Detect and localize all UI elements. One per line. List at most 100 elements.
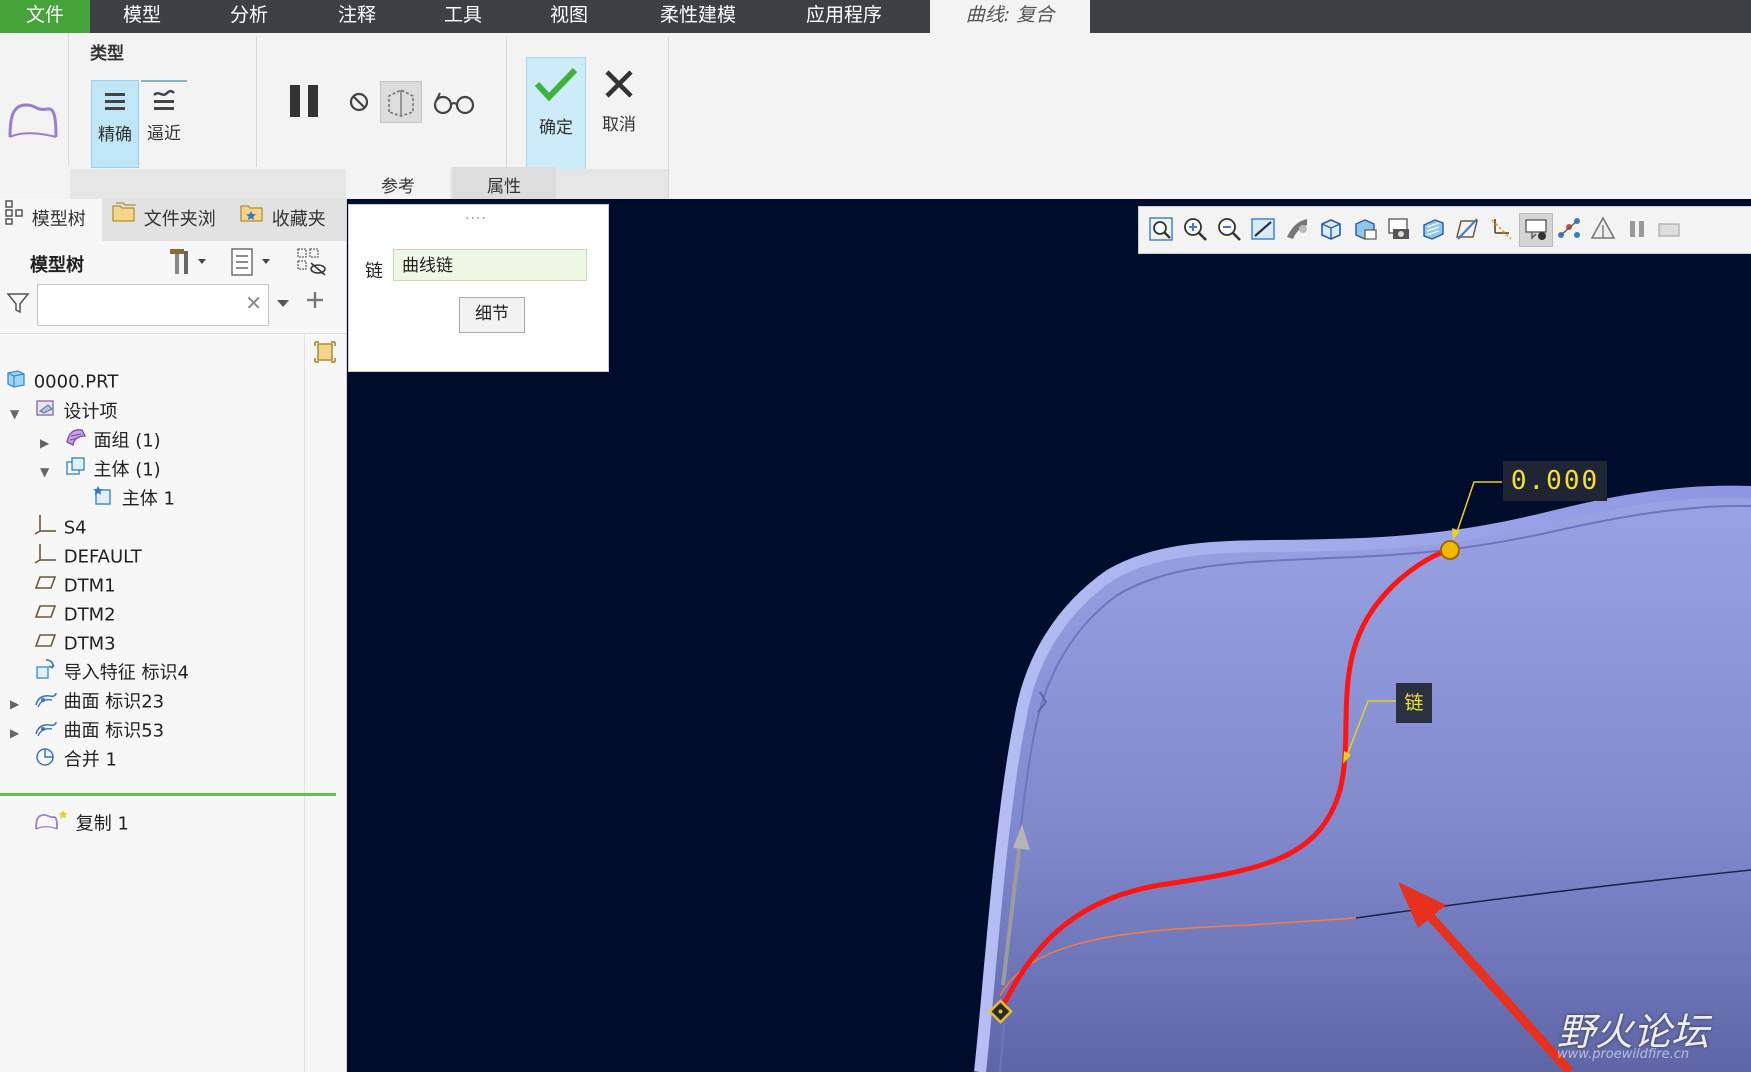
menu-model[interactable]: 模型 [100,0,184,33]
dimension-value[interactable]: 0.000 [1503,461,1607,501]
saved-orientations-button[interactable] [1317,215,1345,243]
search-box: ✕ [37,284,269,326]
exact-button[interactable]: 精确 [91,80,139,168]
zoom-out-icon [1218,218,1241,241]
expand-all-button[interactable] [310,337,340,367]
pause-button[interactable] [286,81,326,121]
add-filter-button[interactable] [304,289,326,316]
panel-grip-icon[interactable]: .... [465,207,487,223]
menu-file[interactable]: 文件 [0,0,90,33]
menu-applications[interactable]: 应用程序 [786,0,902,33]
tree-item-quilts[interactable]: ▶ 面组 (1) [40,426,161,454]
tree-item-dtm3[interactable]: DTM3 [34,629,116,657]
tree-item-copy-1[interactable]: 复制 1 [34,809,129,837]
repaint-button[interactable] [1249,215,1277,243]
collapse-arrow-icon[interactable]: ▼ [40,458,58,486]
refit-button[interactable] [1147,215,1175,243]
tree-item-body-1[interactable]: 主体 1 [92,484,175,512]
start-point-dot [998,1009,1003,1014]
tree-item-surface-53[interactable]: ▶ 曲面 标识53 [10,716,164,744]
tab-references[interactable]: 参考 [346,167,450,199]
tree-item-import-feature[interactable]: 导入特征 标识4 [34,658,189,686]
ok-button[interactable]: 确定 [526,57,586,177]
menu-analysis[interactable]: 分析 [202,0,296,33]
menu-flexible-modeling[interactable]: 柔性建模 [642,0,754,33]
details-button[interactable]: 细节 [459,297,525,333]
tab-properties[interactable]: 属性 [452,167,556,199]
csys-icon [34,513,58,544]
tab-favorites[interactable]: 收藏夹 [238,199,346,241]
expand-arrow-icon[interactable]: ▶ [10,690,28,718]
cancel-button[interactable]: 取消 [590,57,648,175]
tree-item-dtm2[interactable]: DTM2 [34,600,116,628]
model-tree-title: 模型树 [30,255,84,276]
menu-view[interactable]: 视图 [522,0,616,33]
approximate-button[interactable]: 逼近 [141,80,187,168]
insert-indicator[interactable] [0,793,336,796]
tree-item-surface-23[interactable]: ▶ 曲面 标识23 [10,687,164,715]
composite-curve-feature-icon [4,93,60,143]
tree-item-design-items[interactable]: ▼ 设计项 [10,397,117,425]
type-group-label: 类型 [90,44,124,64]
tree-item-dtm1[interactable]: DTM1 [34,571,116,599]
search-dropdown-button[interactable] [276,295,290,315]
show-button[interactable] [228,245,276,279]
collapse-arrow-icon[interactable]: ▼ [10,400,28,428]
tree-item-label: 主体 (1) [93,459,161,481]
approximate-icon [141,88,187,117]
tab-model-tree[interactable]: 模型树 [0,199,102,241]
display-style-button[interactable] [1283,215,1311,243]
tree-item-merge-1[interactable]: 合并 1 [34,745,117,773]
datum-plane-display-button[interactable] [1453,215,1481,243]
verify-button[interactable] [432,87,476,117]
orientation-cube-icon [1321,219,1341,240]
csys-display-button[interactable] [1487,215,1515,243]
datum-plane-icon [34,600,58,631]
filter-icon[interactable] [6,291,30,315]
references-panel: .... 链 曲线链 细节 [348,204,609,372]
settings-button[interactable] [164,245,212,279]
tree-item-bodies[interactable]: ▼ 主体 (1) [40,455,161,483]
point-display-button[interactable] [1555,215,1583,243]
expand-arrow-icon[interactable]: ▶ [40,429,58,457]
chain-tag[interactable]: 链 [1396,683,1432,723]
more-tools-button[interactable] [1655,215,1683,243]
approximate-label: 逼近 [147,124,181,144]
end-point-handle[interactable] [1440,540,1460,560]
watermark-logo: 野火论坛 www.proewildfire.cn [1557,1001,1751,1071]
body-icon [64,455,88,486]
view-manager-button[interactable] [1351,215,1379,243]
import-icon [34,658,58,689]
tab-model-tree-label: 模型树 [31,209,86,230]
appearance-button[interactable] [1589,215,1617,243]
design-items-icon [34,397,58,428]
tab-folder-browser[interactable]: 文件夹浏 [110,199,224,241]
perspective-button[interactable] [1385,215,1413,243]
zoom-in-button[interactable] [1181,215,1209,243]
tree-item-csys-s4[interactable]: S4 [34,513,87,541]
clear-search-icon[interactable]: ✕ [245,291,262,315]
no-preview-button[interactable] [346,89,372,115]
tree-item-part[interactable]: 0000.PRT [4,367,118,395]
tree-item-label: DTM1 [63,575,116,597]
menu-tools[interactable]: 工具 [416,0,510,33]
annotation-display-button[interactable] [1519,213,1553,247]
menu-bar: 文件 模型 分析 注释 工具 视图 柔性建模 应用程序 曲线: 复合 [0,0,1751,33]
search-input[interactable] [42,285,242,323]
copy-curve-icon [34,809,70,840]
section-button[interactable] [1419,215,1447,243]
feature-preview-icon [388,89,414,117]
tree-item-csys-default[interactable]: DEFAULT [34,542,142,570]
zoom-out-button[interactable] [1215,215,1243,243]
ribbon-divider [256,37,257,167]
tree-item-label: DTM3 [63,633,116,655]
chain-collector-field[interactable]: 曲线链 [393,249,587,281]
menu-annotate[interactable]: 注释 [310,0,404,33]
expand-arrow-icon[interactable]: ▶ [10,719,28,747]
close-icon [590,67,648,106]
hide-items-icon [297,248,326,276]
tab-composite-curve[interactable]: 曲线: 复合 [930,0,1090,33]
layer-visibility-button[interactable] [294,245,332,279]
pause-regen-button[interactable] [1623,215,1651,243]
feature-preview-button[interactable] [380,81,422,123]
